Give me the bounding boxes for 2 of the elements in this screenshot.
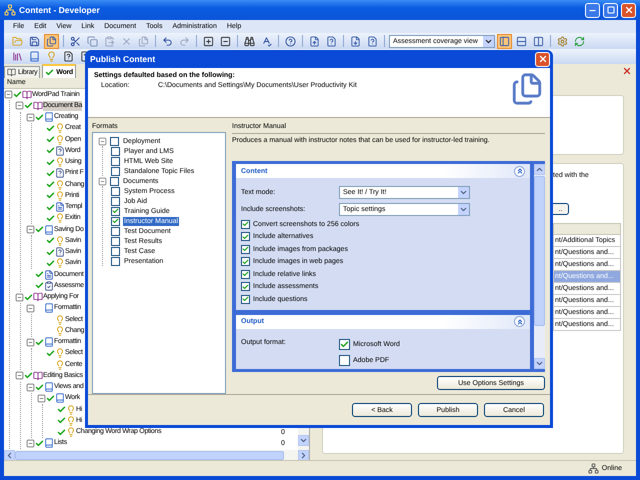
window-title: Content - Developer (19, 5, 101, 15)
dialog-title: Publish Content (90, 54, 156, 64)
